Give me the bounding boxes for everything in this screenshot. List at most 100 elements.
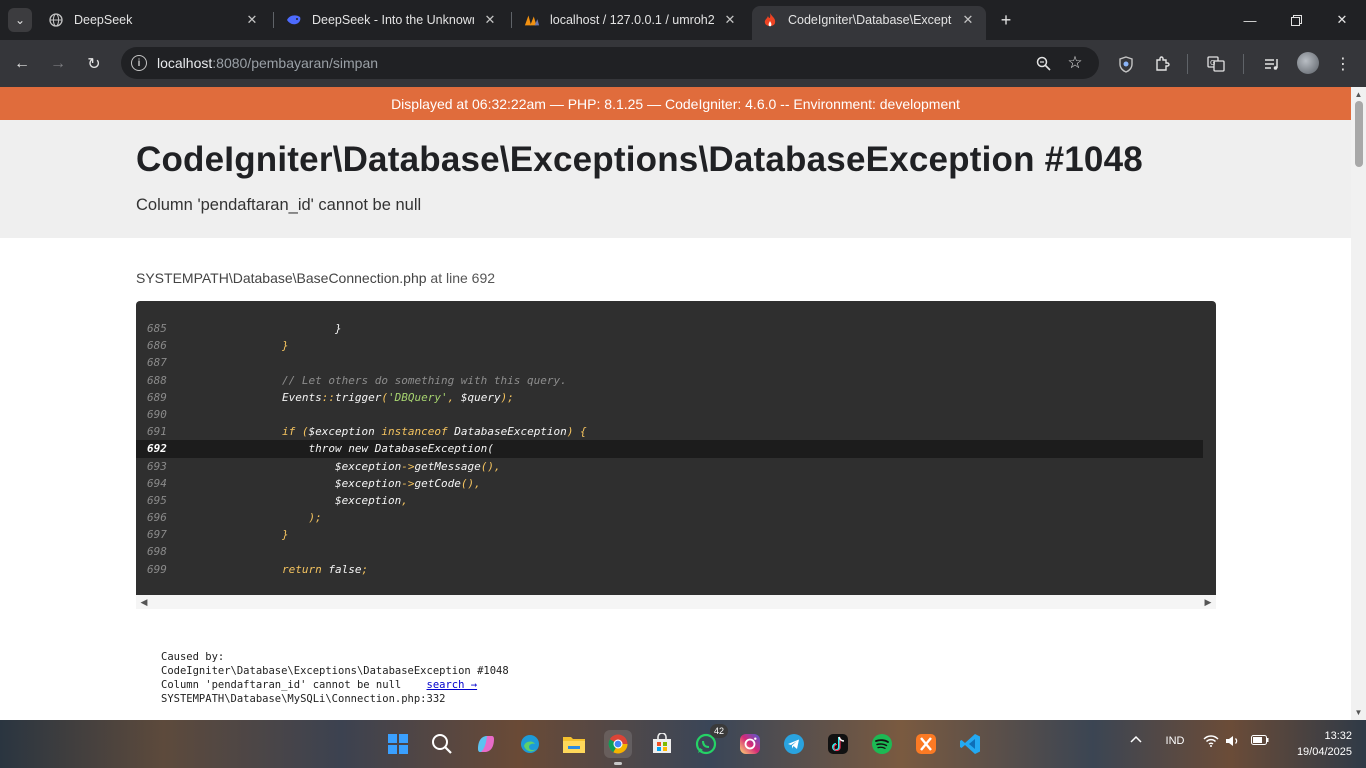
code-horizontal-scrollbar[interactable]: ◀ ▶ [136,595,1216,609]
shield-extension-icon[interactable] [1115,53,1137,75]
instagram-icon[interactable] [736,730,764,758]
code-token: (), [480,459,501,473]
code-token: -> [401,476,415,490]
tiktok-icon[interactable] [824,730,852,758]
line-number: 691 [147,425,167,439]
file-explorer-icon[interactable] [560,730,588,758]
scrollbar-thumb[interactable] [1355,101,1363,167]
line-number: 690 [147,407,167,421]
code-token: } [282,528,289,542]
translate-icon[interactable]: G [1205,53,1227,75]
line-number: 694 [147,476,167,490]
restore-icon[interactable] [1286,10,1306,30]
code-token: , [401,493,408,507]
extensions-puzzle-icon[interactable] [1151,53,1173,75]
search-icon[interactable] [428,730,456,758]
code-text: throw new DatabaseException( [282,440,493,457]
vscode-icon[interactable] [956,730,984,758]
code-line: 690 [136,406,1216,423]
code-token: ); [500,390,514,404]
close-tab-icon[interactable]: ✕ [960,12,976,28]
code-text: Events::trigger('DBQuery', $query); [282,389,514,406]
code-token: } [282,322,342,335]
source-file-path: SYSTEMPATH\Database\BaseConnection.php [136,270,427,286]
scroll-down-arrow-icon[interactable]: ▼ [1354,708,1363,717]
code-token: $exception [282,476,402,490]
code-token: ) { [566,425,587,439]
search-link[interactable]: search → [427,679,478,691]
close-tab-icon[interactable]: ✕ [482,12,498,28]
line-number: 695 [147,493,167,507]
line-number: 689 [147,390,167,404]
page-vertical-scrollbar[interactable]: ▲ ▼ [1351,87,1366,720]
tab-deepseek-into-the-unknown[interactable]: DeepSeek - Into the Unknown ✕ [276,6,508,34]
site-info-icon[interactable]: i [131,55,147,71]
kebab-menu-icon[interactable]: ⋮ [1332,53,1354,75]
edge-browser-icon[interactable] [516,730,544,758]
tab-phpmyadmin[interactable]: localhost / 127.0.0.1 / umroh2 / ✕ [514,6,748,34]
tab-strip: ⌄ DeepSeek ✕ DeepSeek - Into the Unknown… [0,0,1366,40]
notification-badge: 42 [710,724,728,738]
code-text: $exception->getCode(), [282,475,481,492]
url-text[interactable]: localhost:8080/pembayaran/simpan [157,55,378,71]
zoom-icon[interactable] [1033,53,1053,73]
code-token: $exception [308,425,382,439]
close-tab-icon[interactable]: ✕ [244,12,260,28]
forward-arrow-icon[interactable]: → [46,52,70,76]
scroll-right-arrow-icon[interactable]: ▶ [1203,597,1213,607]
media-queue-icon[interactable] [1261,53,1283,75]
address-bar[interactable]: i localhost:8080/pembayaran/simpan ☆ [121,47,1099,79]
volume-icon[interactable] [1224,735,1242,747]
svg-text:G: G [1210,59,1215,67]
scroll-up-arrow-icon[interactable]: ▲ [1354,90,1363,99]
line-number: 687 [147,356,167,370]
code-line: 685 } [136,320,1216,337]
chrome-icon[interactable] [604,730,632,758]
code-token: $query [460,390,501,404]
xampp-icon[interactable] [912,730,940,758]
line-number: 698 [147,545,167,559]
minimize-icon[interactable]: — [1240,10,1260,30]
code-token: :: [321,390,335,404]
telegram-icon[interactable] [780,730,808,758]
code-token: Events [282,390,322,404]
whale-icon [286,12,302,28]
code-token: } [282,339,289,353]
windows-start-icon[interactable] [384,730,412,758]
tab-search-icon[interactable]: ⌄ [8,8,32,32]
new-tab-icon[interactable]: + [996,10,1016,30]
tab-codeigniter-exception[interactable]: CodeIgniter\Database\Exceptions ✕ [752,6,986,40]
whatsapp-icon[interactable]: 42 [692,724,728,758]
close-tab-icon[interactable]: ✕ [722,12,738,28]
reload-icon[interactable]: ↻ [82,52,106,76]
code-token: ; [361,562,369,576]
close-window-icon[interactable]: ✕ [1332,10,1352,30]
profile-avatar[interactable] [1297,52,1319,74]
tab-title: localhost / 127.0.0.1 / umroh2 / [550,13,714,27]
bookmark-star-icon[interactable]: ☆ [1065,53,1085,73]
system-clock[interactable]: 13:32 19/04/2025 [1282,728,1352,760]
code-line: 695 $exception, [136,492,1216,509]
code-token: , [447,390,461,404]
microsoft-store-icon[interactable] [648,730,676,758]
battery-icon[interactable] [1250,735,1270,745]
source-code-block[interactable]: 685 } 686} 687 688// Let others do somethin… [136,301,1216,595]
copilot-icon[interactable] [472,730,500,758]
wifi-icon[interactable] [1202,735,1220,747]
code-text: ); [282,509,322,526]
toolbar-divider [1243,54,1244,74]
input-language-indicator[interactable]: IND [1162,735,1188,747]
windows-taskbar: 42 IND 13:32 19/04/2025 [0,720,1366,768]
code-text: return false; [282,561,368,578]
code-token: 'DBQuery' [387,390,448,404]
spotify-icon[interactable] [868,730,896,758]
chevron-up-icon[interactable] [1128,735,1144,743]
code-token: getMessage [414,459,481,473]
back-arrow-icon[interactable]: ← [10,52,34,76]
tab-deepseek[interactable]: DeepSeek ✕ [38,6,270,34]
code-token: ); [282,511,322,525]
code-text: } [282,320,342,337]
code-text: if ($exception instanceof DatabaseExcept… [282,423,587,440]
scroll-left-arrow-icon[interactable]: ◀ [139,597,149,607]
url-host: localhost [157,55,213,71]
